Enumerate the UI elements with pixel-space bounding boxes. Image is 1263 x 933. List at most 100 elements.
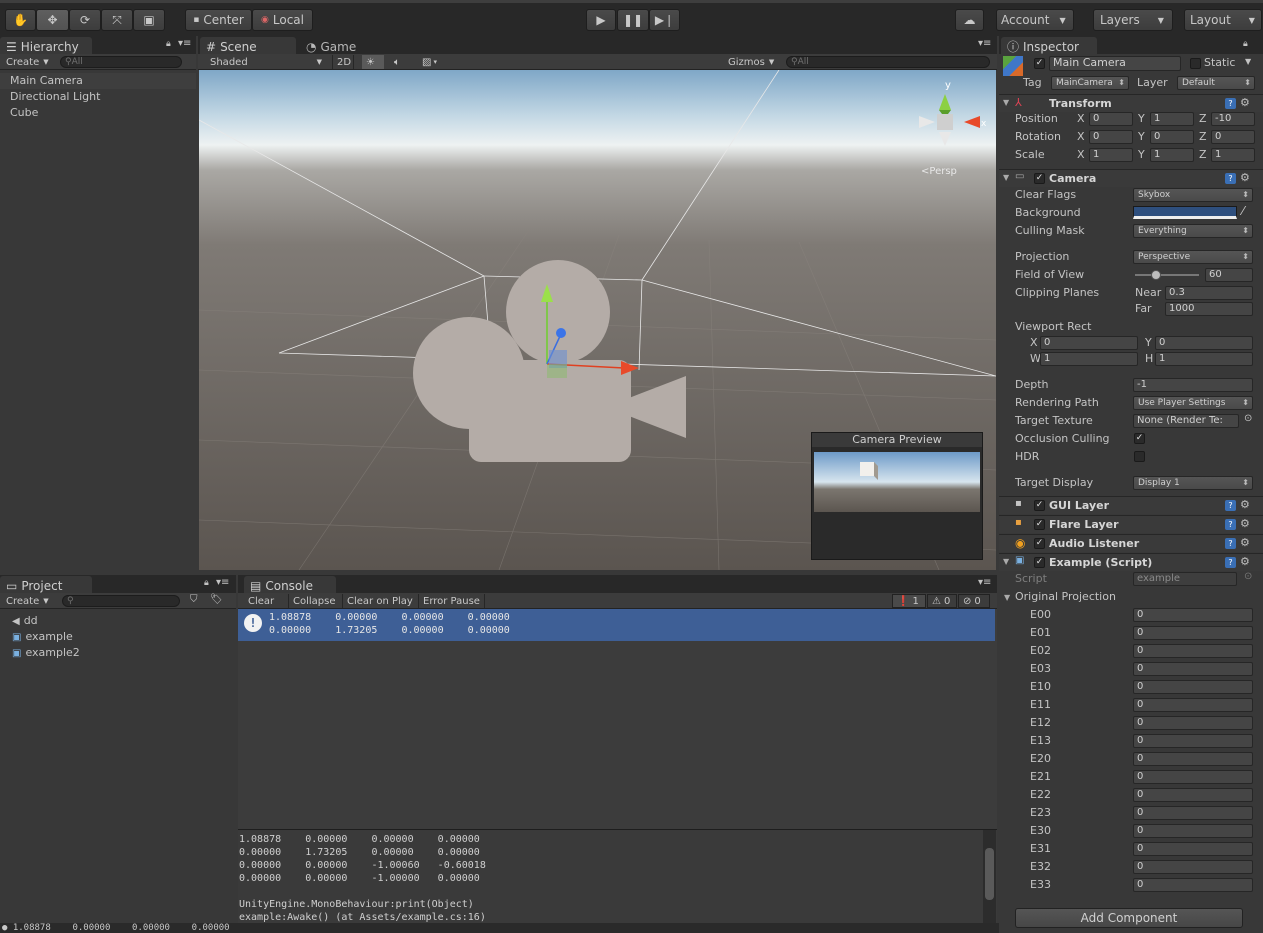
layers-dropdown[interactable]: Layers ▼ [1093,9,1173,31]
matrix-element-input[interactable]: 0 [1133,734,1253,748]
project-item[interactable]: ◀ dd [0,613,236,629]
lock-icon[interactable]: 🔒︎ [166,39,171,49]
transform-x-input[interactable]: 0 [1089,130,1133,144]
account-dropdown[interactable]: Account ▼ [996,9,1074,31]
foldout-icon[interactable]: ▼ [1004,593,1010,602]
help-icon[interactable]: ? [1225,557,1236,568]
create-button[interactable]: Create ▼ [2,594,53,608]
camera-header[interactable]: ▼ ▭ ✓ Camera ? ⚙ [999,169,1263,187]
tab-scene[interactable]: # Scene [200,37,296,54]
pause-button[interactable]: ❚❚ [617,9,649,31]
matrix-element-input[interactable]: 0 [1133,842,1253,856]
help-icon[interactable]: ? [1225,98,1236,109]
play-button[interactable]: ▶ [586,9,616,31]
transform-x-input[interactable]: 0 [1089,112,1133,126]
detail-scrollbar[interactable] [983,830,996,924]
static-checkbox[interactable] [1190,58,1201,69]
scale-tool-button[interactable]: ⤧ [101,9,133,31]
matrix-element-input[interactable]: 0 [1133,878,1253,892]
gear-icon[interactable]: ⚙ [1240,96,1250,109]
matrix-element-input[interactable]: 0 [1133,644,1253,658]
component-enabled-checkbox[interactable]: ✓ [1034,519,1045,530]
matrix-element-input[interactable]: 0 [1133,626,1253,640]
background-color-field[interactable] [1133,206,1237,219]
transform-y-input[interactable]: 0 [1150,130,1194,144]
panel-menu-icon[interactable]: ▾≡ [978,38,991,49]
hierarchy-search-input[interactable]: ⚲All [60,56,182,68]
gizmos-dropdown[interactable]: Gizmos ▼ [724,55,776,69]
viewport-x-input[interactable]: 0 [1040,336,1138,350]
fov-slider-thumb[interactable] [1151,270,1162,280]
hierarchy-item[interactable]: Cube [0,105,196,121]
transform-z-input[interactable]: -10 [1211,112,1255,126]
perspective-label[interactable]: <Persp [921,166,957,177]
help-icon[interactable]: ? [1225,519,1236,530]
lighting-toggle[interactable]: ☀ [362,55,384,69]
collapse-button[interactable]: Collapse [288,594,340,608]
lock-icon[interactable]: 🔒︎ [1243,39,1248,49]
component-enabled-checkbox[interactable]: ✓ [1034,557,1045,568]
error-pause-button[interactable]: Error Pause [418,594,485,608]
project-item[interactable]: ▣ example [0,629,236,645]
panel-menu-icon[interactable]: ▾≡ [178,38,191,49]
matrix-element-input[interactable]: 0 [1133,698,1253,712]
console-detail-area[interactable]: 1.08878 0.00000 0.00000 0.00000 0.00000 1… [238,829,997,924]
move-tool-button[interactable]: ✥ [36,9,69,31]
clear-button[interactable]: Clear [244,594,278,608]
projection-dropdown[interactable]: Perspective [1133,250,1253,264]
gear-icon[interactable]: ⚙ [1240,517,1250,530]
active-checkbox[interactable]: ✓ [1034,58,1045,69]
matrix-element-input[interactable]: 0 [1133,608,1253,622]
fov-slider-track[interactable] [1135,274,1199,276]
clear-flags-dropdown[interactable]: Skybox [1133,188,1253,202]
transform-header[interactable]: ▼ ⅄ Transform ? ⚙ [999,94,1263,112]
mode-2d-button[interactable]: 2D [332,55,354,69]
occlusion-culling-checkbox[interactable]: ✓ [1134,433,1145,444]
panel-menu-icon[interactable]: ▾≡ [216,577,229,588]
project-item[interactable]: ▣ example2 [0,645,236,661]
object-name-input[interactable]: Main Camera [1049,56,1181,71]
scrollbar-thumb[interactable] [985,848,994,900]
rendering-path-dropdown[interactable]: Use Player Settings [1133,396,1253,410]
filter-type-icon[interactable]: ⛉ [190,594,198,605]
hierarchy-item[interactable]: Directional Light [0,89,196,105]
warning-count-toggle[interactable]: ⚠ 0 [927,594,957,608]
matrix-element-input[interactable]: 0 [1133,770,1253,784]
label-tag-icon[interactable]: 🏷︎ [210,594,223,605]
matrix-element-input[interactable]: 0 [1133,680,1253,694]
matrix-element-input[interactable]: 0 [1133,824,1253,838]
clear-on-play-button[interactable]: Clear on Play [342,594,417,608]
matrix-element-input[interactable]: 0 [1133,788,1253,802]
depth-input[interactable]: -1 [1133,378,1253,392]
object-picker-icon[interactable]: ⊙ [1244,413,1252,424]
transform-y-input[interactable]: 1 [1150,148,1194,162]
hand-tool-button[interactable]: ✋ [5,9,36,31]
panel-menu-icon[interactable]: ▾≡ [978,577,991,588]
camera-enabled-checkbox[interactable]: ✓ [1034,173,1045,184]
far-input[interactable]: 1000 [1165,302,1253,316]
transform-z-input[interactable]: 1 [1211,148,1255,162]
tab-hierarchy[interactable]: ☰ Hierarchy [0,37,92,54]
error-count-toggle[interactable]: ⊘ 0 [958,594,990,608]
info-count-toggle[interactable]: ❗ 1 [892,594,926,608]
audio-listener-header[interactable]: ◉ ✓ Audio Listener ? ⚙ [999,534,1263,552]
rect-tool-button[interactable]: ▣ [133,9,165,31]
audio-toggle[interactable]: 🔈︎ [390,55,412,69]
transform-z-input[interactable]: 0 [1211,130,1255,144]
eyedropper-icon[interactable]: ⁄ [1242,204,1244,218]
project-search-input[interactable]: ⚲ [62,595,180,607]
matrix-element-input[interactable]: 0 [1133,662,1253,676]
fov-input[interactable]: 60 [1205,268,1253,282]
create-button[interactable]: Create ▼ [2,55,53,69]
pivot-center-button[interactable]: ▪ Center [185,9,252,31]
help-icon[interactable]: ? [1225,500,1236,511]
culling-mask-dropdown[interactable]: Everything [1133,224,1253,238]
flare-layer-header[interactable]: ▪ ✓ Flare Layer ? ⚙ [999,515,1263,533]
gear-icon[interactable]: ⚙ [1240,171,1250,184]
tab-project[interactable]: ▭ Project [0,576,92,593]
target-display-dropdown[interactable]: Display 1 [1133,476,1253,490]
viewport-y-input[interactable]: 0 [1155,336,1253,350]
gear-icon[interactable]: ⚙ [1240,555,1250,568]
hdr-checkbox[interactable] [1134,451,1145,462]
transform-y-input[interactable]: 1 [1150,112,1194,126]
